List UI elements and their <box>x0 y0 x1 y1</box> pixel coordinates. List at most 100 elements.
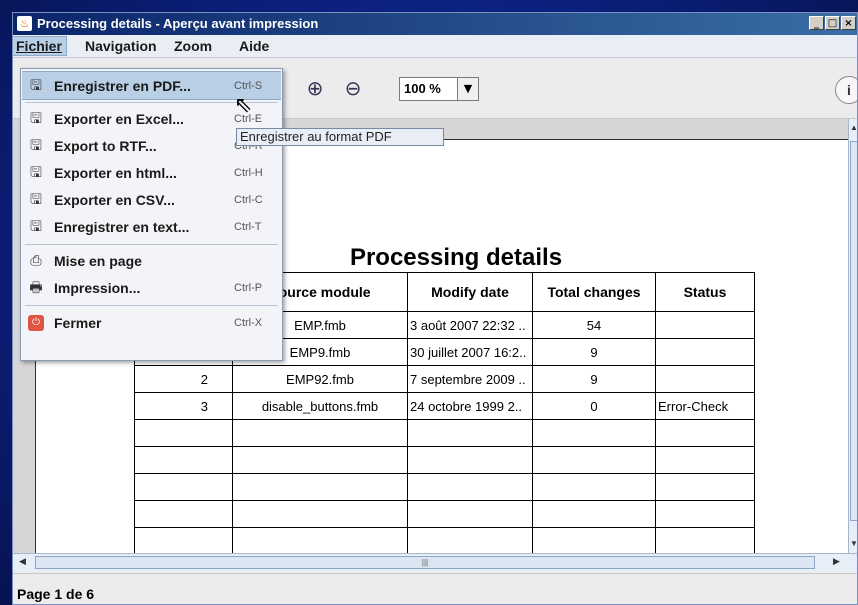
horizontal-scroll-thumb[interactable]: ||| <box>35 556 815 569</box>
menu-item-label: Exporter en CSV... <box>54 192 175 208</box>
table-cell <box>655 365 755 393</box>
table-cell <box>134 527 233 553</box>
table-cell <box>532 419 656 447</box>
menu-item-shortcut: Ctrl-X <box>234 317 263 329</box>
menu-item-print[interactable]: 🖶 Impression... Ctrl-P <box>22 274 281 303</box>
menu-separator <box>25 244 278 245</box>
menu-item-label: Fermer <box>54 315 102 331</box>
menu-item-page-setup[interactable]: ⎙ Mise en page <box>22 247 281 276</box>
menu-item-shortcut: Ctrl-T <box>234 221 262 233</box>
menu-item-label: Mise en page <box>54 253 142 269</box>
print-preview-window: ♨ Processing details - Aperçu avant impr… <box>12 12 858 605</box>
zoom-out-icon[interactable]: ⊖ <box>341 76 365 100</box>
table-cell <box>655 473 755 501</box>
table-row <box>134 500 755 528</box>
vertical-scroll-thumb[interactable] <box>850 141 857 521</box>
chevron-down-icon[interactable]: ▼ <box>457 78 478 100</box>
menu-item-label: Exporter en html... <box>54 165 177 181</box>
menu-fichier-label: Fichier <box>16 38 62 54</box>
help-balloon-icon[interactable]: i <box>835 76 857 104</box>
table-cell <box>407 446 533 474</box>
table-cell <box>232 527 408 553</box>
maximize-button[interactable]: □ <box>825 16 840 30</box>
page-setup-icon: ⎙ <box>30 253 42 269</box>
scroll-left-icon[interactable]: ◀ <box>19 556 26 567</box>
table-row: 2 EMP92.fmb 7 septembre 2009 .. 9 <box>134 365 755 393</box>
table-cell: disable_buttons.fmb <box>232 392 408 420</box>
minimize-button[interactable]: _ <box>809 16 824 30</box>
table-cell <box>655 419 755 447</box>
table-cell <box>655 338 755 366</box>
save-icon: 🖫 <box>30 78 42 94</box>
table-cell <box>232 419 408 447</box>
zoom-select[interactable]: 100 % ▼ <box>399 77 479 101</box>
zoom-in-icon[interactable]: ⊕ <box>303 76 327 100</box>
horizontal-scrollbar[interactable]: ◀ ||| ▶ <box>13 553 857 572</box>
table-cell <box>407 500 533 528</box>
table-cell <box>134 500 233 528</box>
menu-aide[interactable]: Aide <box>235 37 273 55</box>
table-cell <box>655 527 755 553</box>
menu-item-shortcut: Ctrl-S <box>234 80 263 92</box>
menu-item-label: Export to RTF... <box>54 138 157 154</box>
table-cell <box>407 527 533 553</box>
table-cell <box>232 500 408 528</box>
save-icon: 🖫 <box>30 165 42 181</box>
table-row <box>134 473 755 501</box>
scroll-down-icon[interactable]: ▼ <box>850 539 857 548</box>
table-cell: 9 <box>532 338 656 366</box>
table-row <box>134 527 755 553</box>
java-app-icon: ♨ <box>17 16 32 31</box>
table-cell: 0 <box>532 392 656 420</box>
save-icon: 🖫 <box>30 138 42 154</box>
table-row <box>134 419 755 447</box>
menu-item-label: Enregistrer en text... <box>54 219 190 235</box>
table-cell: Error-Check <box>655 392 755 420</box>
table-cell <box>407 473 533 501</box>
menu-item-label: Impression... <box>54 280 141 296</box>
scroll-up-icon[interactable]: ▲ <box>850 123 857 132</box>
table-cell <box>532 527 656 553</box>
menu-separator <box>25 305 278 306</box>
table-row <box>134 446 755 474</box>
close-window-button[interactable]: × <box>841 16 856 30</box>
menu-fichier[interactable]: Fichier <box>13 36 67 56</box>
window-title: Processing details - Aperçu avant impres… <box>37 16 319 31</box>
table-cell <box>407 419 533 447</box>
table-cell: 2 <box>134 365 233 393</box>
vertical-scrollbar[interactable]: ▲ ▼ <box>848 119 857 553</box>
table-cell <box>655 446 755 474</box>
column-header: Total changes <box>532 272 656 312</box>
menu-item-label: Enregistrer en PDF... <box>54 78 191 94</box>
menu-item-shortcut: Ctrl-C <box>234 194 263 206</box>
menu-navigation[interactable]: Navigation <box>81 37 161 55</box>
menu-item-shortcut: Ctrl-H <box>234 167 263 179</box>
table-cell <box>655 311 755 339</box>
menu-item-save-text[interactable]: 🖫 Enregistrer en text... Ctrl-T <box>22 213 281 242</box>
column-header: Modify date <box>407 272 533 312</box>
menu-zoom[interactable]: Zoom <box>170 37 216 55</box>
title-bar: ♨ Processing details - Aperçu avant impr… <box>13 13 857 35</box>
menu-item-shortcut: Ctrl-P <box>234 282 263 294</box>
page-indicator: Page 1 de 6 <box>17 586 95 602</box>
table-cell <box>232 446 408 474</box>
zoom-value: 100 % <box>404 81 441 96</box>
menu-item-close[interactable]: ⏻ Fermer Ctrl-X <box>22 309 281 338</box>
menu-item-export-html[interactable]: 🖫 Exporter en html... Ctrl-H <box>22 159 281 188</box>
table-cell: 3 août 2007 22:32 .. <box>407 311 533 339</box>
save-icon: 🖫 <box>30 192 42 208</box>
table-cell: 30 juillet 2007 16:2.. <box>407 338 533 366</box>
table-cell <box>532 473 656 501</box>
menu-item-export-csv[interactable]: 🖫 Exporter en CSV... Ctrl-C <box>22 186 281 215</box>
save-icon: 🖫 <box>30 219 42 235</box>
tooltip: Enregistrer au format PDF <box>236 128 444 146</box>
table-cell <box>134 419 233 447</box>
menu-item-label: Exporter en Excel... <box>54 111 184 127</box>
table-row: 3 disable_buttons.fmb 24 octobre 1999 2.. 0… <box>134 392 755 420</box>
table-cell: 24 octobre 1999 2.. <box>407 392 533 420</box>
column-header: Status <box>655 272 755 312</box>
table-cell: 54 <box>532 311 656 339</box>
table-cell <box>532 446 656 474</box>
scroll-right-icon[interactable]: ▶ <box>833 556 840 567</box>
close-app-icon: ⏻ <box>28 315 44 331</box>
